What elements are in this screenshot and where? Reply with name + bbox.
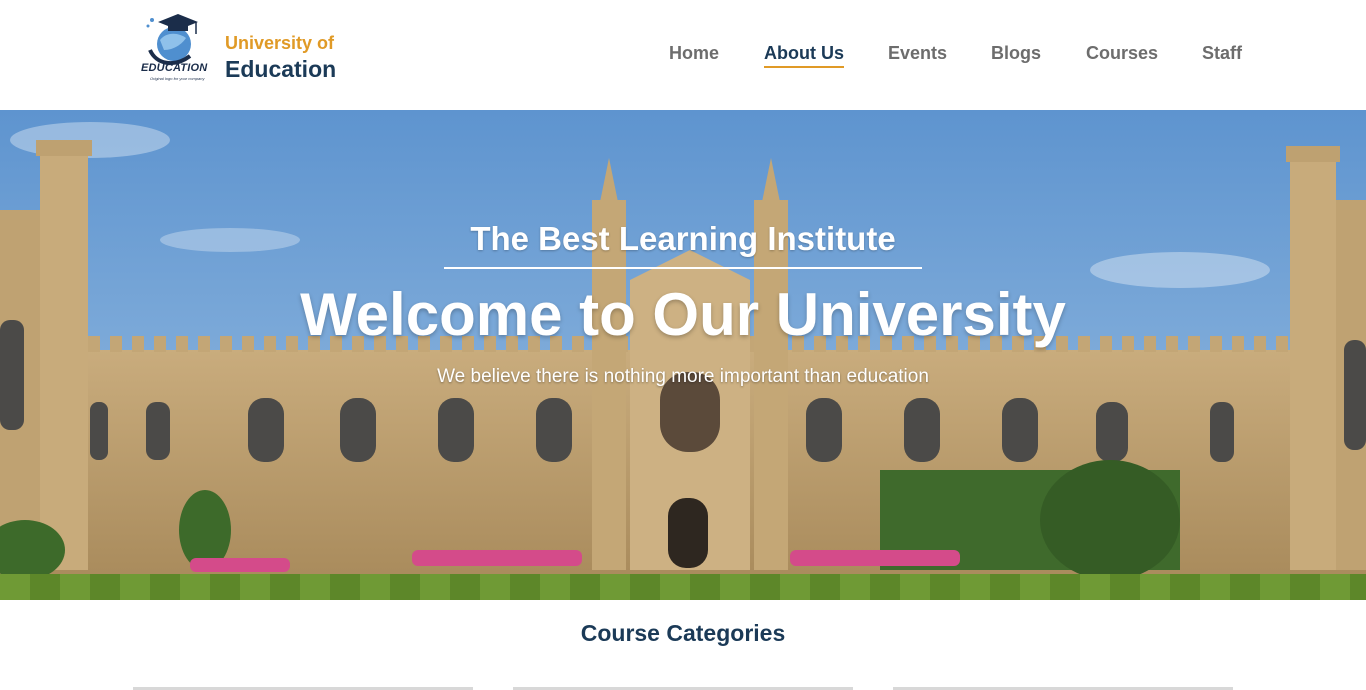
hero-banner: The Best Learning Institute Welcome to O…	[0, 110, 1366, 600]
main-nav: Home About Us Events Blogs Courses Staff	[0, 43, 1366, 73]
nav-staff[interactable]: Staff	[1202, 43, 1242, 64]
nav-home[interactable]: Home	[669, 43, 719, 64]
site-header: EDUCATION Original logo for your company…	[0, 0, 1366, 110]
hero-divider	[444, 267, 922, 269]
hero-subtitle: We believe there is nothing more importa…	[437, 366, 929, 387]
nav-courses[interactable]: Courses	[1086, 43, 1158, 64]
course-categories-heading: Course Categories	[580, 620, 786, 646]
logo-tagline: Original logo for your company	[150, 76, 205, 81]
hero-kicker: The Best Learning Institute	[470, 220, 896, 257]
hero-background-image	[0, 110, 1366, 600]
nav-events[interactable]: Events	[888, 43, 947, 64]
nav-blogs[interactable]: Blogs	[991, 43, 1041, 64]
hero-title: Welcome to Our University	[300, 281, 1066, 348]
nav-about-us[interactable]: About Us	[764, 43, 844, 68]
